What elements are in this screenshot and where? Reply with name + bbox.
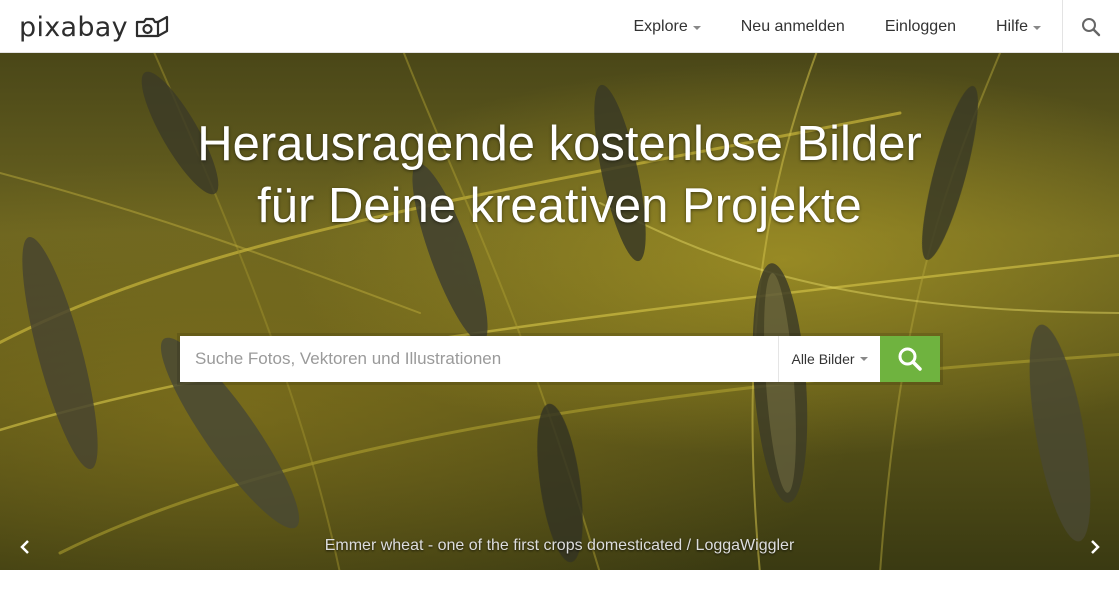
main-nav: Explore Neu anmelden Einloggen Hilfe bbox=[613, 0, 1119, 53]
nav-explore-label: Explore bbox=[633, 17, 688, 35]
image-type-select[interactable]: Alle Bilder bbox=[778, 336, 880, 382]
nav-explore[interactable]: Explore bbox=[613, 0, 720, 53]
nav-help-label: Hilfe bbox=[995, 17, 1028, 35]
nav-login[interactable]: Einloggen bbox=[865, 0, 976, 53]
next-slide-button[interactable] bbox=[1086, 536, 1104, 558]
nav-login-label: Einloggen bbox=[884, 17, 956, 35]
camera-icon bbox=[134, 15, 170, 44]
logo-text: pixabay bbox=[19, 12, 128, 43]
top-navigation-bar: pixabay Explore Neu anmelden Einloggen H… bbox=[0, 0, 1119, 53]
headline-line-1: Herausragende kostenlose Bilder bbox=[197, 117, 922, 171]
page-content-area bbox=[0, 570, 1119, 606]
image-type-selected: Alle Bilder bbox=[791, 351, 855, 367]
caret-down-icon bbox=[859, 357, 868, 361]
search-icon bbox=[1082, 17, 1101, 36]
headline-line-2: für Deine kreativen Projekte bbox=[257, 179, 862, 233]
nav-register-label: Neu anmelden bbox=[740, 17, 845, 35]
hero-banner: Herausragende kostenlose Bilder für Dein… bbox=[0, 53, 1119, 570]
caret-down-icon bbox=[1033, 25, 1041, 30]
nav-register[interactable]: Neu anmelden bbox=[721, 0, 865, 53]
hero-headline: Herausragende kostenlose Bilder für Dein… bbox=[0, 113, 1119, 237]
search-input[interactable] bbox=[180, 336, 778, 382]
chevron-right-icon bbox=[1091, 540, 1100, 554]
nav-search-button[interactable] bbox=[1062, 0, 1119, 53]
search-icon bbox=[898, 347, 922, 371]
image-caption-link[interactable]: Emmer wheat - one of the first crops dom… bbox=[0, 537, 1119, 555]
search-form: Alle Bilder bbox=[180, 336, 940, 382]
nav-help[interactable]: Hilfe bbox=[976, 0, 1061, 53]
pixabay-logo[interactable]: pixabay bbox=[19, 12, 170, 44]
search-submit-button[interactable] bbox=[880, 336, 940, 382]
caret-down-icon bbox=[692, 25, 701, 30]
